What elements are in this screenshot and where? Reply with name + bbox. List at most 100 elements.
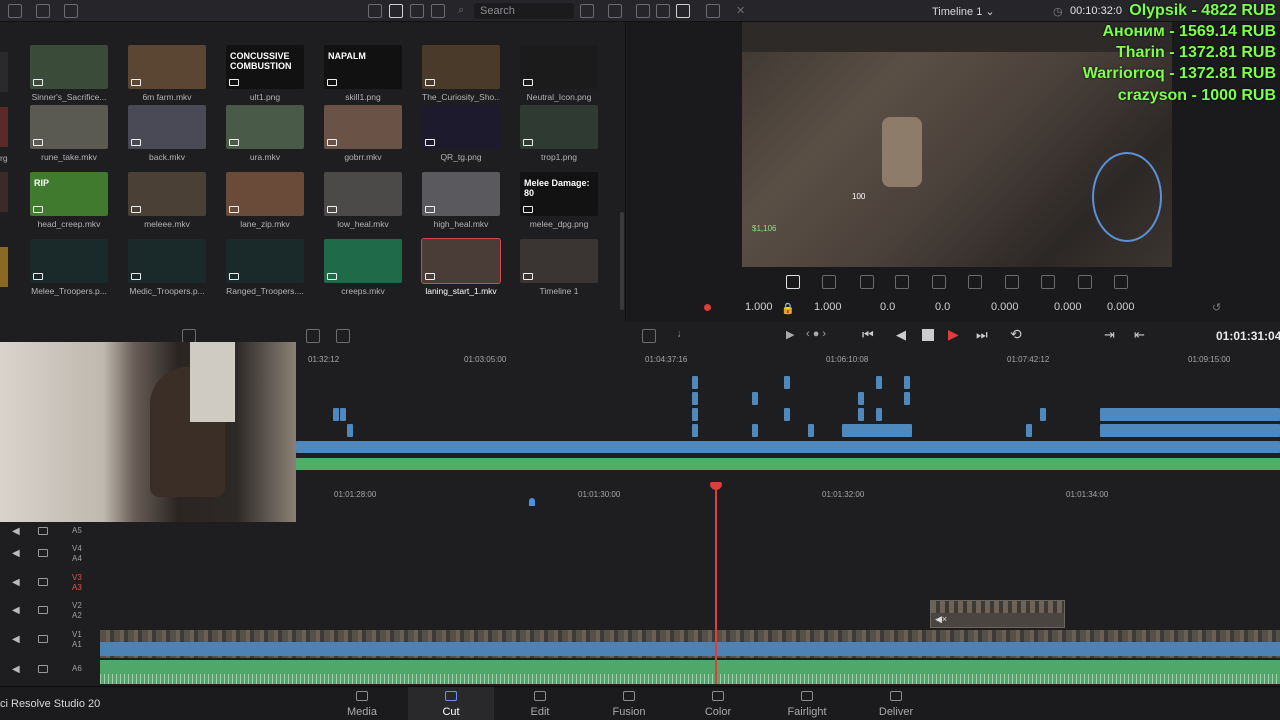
speaker-icon[interactable]: ◀: [12, 664, 20, 675]
undo-icon[interactable]: [8, 4, 22, 18]
v2-clip[interactable]: ◀×: [930, 600, 1065, 628]
media-clip[interactable]: QR_tg.png: [422, 105, 500, 162]
go-to-end-icon[interactable]: ⏭: [976, 327, 988, 343]
overview-clip[interactable]: [904, 392, 910, 405]
stop-icon[interactable]: [922, 329, 934, 341]
media-clip[interactable]: The_Curiosity_Sho...: [422, 45, 500, 102]
zoom-y-value[interactable]: 1.000: [814, 301, 842, 313]
overview-audio-track[interactable]: [296, 458, 1280, 470]
lens-icon[interactable]: [1005, 275, 1019, 289]
media-clip[interactable]: gobrr.mkv: [324, 105, 402, 162]
overview-clip[interactable]: [808, 424, 814, 437]
overview-clip[interactable]: [1040, 408, 1046, 421]
media-clip[interactable]: Timeline 1: [520, 239, 598, 296]
overview-clip[interactable]: [1100, 408, 1280, 421]
overview-clip[interactable]: [692, 408, 698, 421]
transform-icon[interactable]: [786, 275, 800, 289]
media-clip[interactable]: Melee_Troopers.p...: [30, 239, 108, 296]
timeline-ruler[interactable]: [296, 484, 1280, 502]
nav-media-icon[interactable]: [356, 691, 368, 701]
track-lock-icon[interactable]: [38, 578, 48, 586]
sync-icon[interactable]: [608, 4, 622, 18]
overview-clip[interactable]: [784, 376, 790, 389]
link-icon[interactable]: [64, 4, 78, 18]
strip-view-icon[interactable]: [410, 4, 424, 18]
playhead[interactable]: [710, 482, 722, 684]
overview-clip[interactable]: [752, 424, 758, 437]
overview-clip[interactable]: [842, 424, 912, 437]
go-to-start-icon[interactable]: ⏮: [862, 327, 874, 343]
smart-insert-icon[interactable]: [306, 329, 320, 343]
timeline-selector[interactable]: Timeline 1 ⌄: [932, 5, 995, 18]
nav-color[interactable]: Color: [688, 706, 748, 718]
media-clip[interactable]: ura.mkv: [226, 105, 304, 162]
overview-clip[interactable]: [784, 408, 790, 421]
overview-clip[interactable]: [904, 376, 910, 389]
nav-edit-icon[interactable]: [534, 691, 546, 701]
overview-clip[interactable]: [752, 392, 758, 405]
overview-video-track[interactable]: [296, 441, 1280, 453]
viewer-frame[interactable]: $1,106 100: [742, 22, 1172, 267]
media-clip[interactable]: Neutral_Icon.png: [520, 45, 598, 102]
search-input[interactable]: Search: [474, 3, 574, 19]
overview-clip[interactable]: [692, 392, 698, 405]
media-clip[interactable]: CONCUSSIVE COMBUSTION ult1.png: [226, 45, 304, 102]
media-clip[interactable]: creeps.mkv: [324, 239, 402, 296]
list-view-icon[interactable]: [368, 4, 382, 18]
overview-clip[interactable]: [333, 408, 339, 421]
media-clip[interactable]: lane_zip.mkv: [226, 172, 304, 229]
media-clip[interactable]: RIP head_creep.mkv: [30, 172, 108, 229]
clip-view-icon[interactable]: [182, 329, 196, 343]
nav-fusion[interactable]: Fusion: [599, 706, 659, 718]
crop-icon[interactable]: [822, 275, 836, 289]
nav-deliver[interactable]: Deliver: [866, 706, 926, 718]
overview-clip[interactable]: [876, 376, 882, 389]
speaker-icon[interactable]: ◀: [12, 634, 20, 645]
speaker-icon[interactable]: ◀: [12, 526, 20, 537]
safe-area-icon[interactable]: [636, 4, 650, 18]
position-x-value[interactable]: 0.0: [880, 301, 895, 313]
a6-clip[interactable]: [100, 660, 1280, 684]
speaker-icon[interactable]: ◀: [12, 548, 20, 559]
timeline-options-icon[interactable]: [642, 329, 656, 343]
source-viewer-icon[interactable]: [656, 4, 670, 18]
append-icon[interactable]: [336, 329, 350, 343]
pool-scrollbar[interactable]: [620, 212, 624, 310]
stabilize-icon[interactable]: [968, 275, 982, 289]
media-clip[interactable]: meleee.mkv: [128, 172, 206, 229]
overview-clip[interactable]: [692, 424, 698, 437]
play-back-icon[interactable]: ◀: [896, 327, 906, 343]
overview-ruler[interactable]: [296, 352, 1280, 366]
clip-partial[interactable]: [0, 107, 8, 147]
timeline-viewer-icon[interactable]: [676, 4, 690, 18]
overview-clip[interactable]: [1100, 424, 1280, 437]
pitch-value[interactable]: 0.000: [1054, 301, 1082, 313]
media-clip[interactable]: high_heal.mkv: [422, 172, 500, 229]
composite-icon[interactable]: [895, 275, 909, 289]
track-lock-icon[interactable]: [38, 665, 48, 673]
track-lock-icon[interactable]: [38, 527, 48, 535]
dynamic-zoom-icon[interactable]: [860, 275, 874, 289]
media-clip[interactable]: 6m farm.mkv: [128, 45, 206, 102]
media-clip[interactable]: Medic_Troopers.p...: [128, 239, 206, 296]
nav-cut-icon[interactable]: [445, 691, 457, 701]
speed-icon[interactable]: [932, 275, 946, 289]
overview-clip[interactable]: [876, 408, 882, 421]
nav-media[interactable]: Media: [332, 706, 392, 718]
media-clip[interactable]: Ranged_Troopers....: [226, 239, 304, 296]
nav-fairlight-icon[interactable]: [801, 691, 813, 701]
media-clip[interactable]: laning_start_1.mkv: [421, 238, 501, 296]
speaker-icon[interactable]: ◀: [12, 577, 20, 588]
overview-clip[interactable]: [1026, 424, 1032, 437]
clip-partial[interactable]: [0, 172, 8, 212]
nav-deliver-icon[interactable]: [890, 691, 902, 701]
media-clip[interactable]: Melee Damage: 80 melee_dpg.png: [520, 172, 598, 229]
sort-icon[interactable]: [580, 4, 594, 18]
clip-partial[interactable]: [0, 52, 8, 92]
rotation-value[interactable]: 0.000: [991, 301, 1019, 313]
position-y-value[interactable]: 0.0: [935, 301, 950, 313]
zoom-x-value[interactable]: 1.000: [745, 301, 773, 313]
play-reverse-icon[interactable]: ▶: [786, 328, 794, 341]
media-clip[interactable]: Sinner's_Sacrifice...: [30, 45, 108, 102]
loop-icon[interactable]: ⟲: [1010, 326, 1022, 343]
